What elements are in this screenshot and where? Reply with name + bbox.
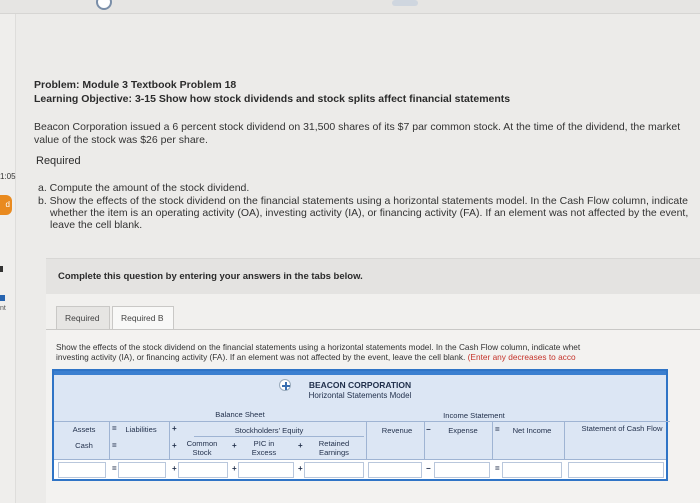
problem-title: Problem: Module 3 Textbook Problem 18 bbox=[34, 79, 237, 91]
instruction-text: Complete this question by entering your … bbox=[58, 271, 363, 282]
balance-sheet-header: Balance Sheet bbox=[215, 410, 265, 419]
learning-objective: Learning Objective: 3-15 Show how stock … bbox=[34, 93, 511, 105]
tab-required-a[interactable]: Required A bbox=[56, 306, 110, 345]
rail-flag-icon[interactable] bbox=[0, 295, 5, 301]
liabilities-header: Liabilities bbox=[125, 425, 157, 434]
required-heading: Required bbox=[36, 155, 81, 167]
top-toolbar-strip bbox=[0, 0, 700, 14]
retained-earnings-input[interactable] bbox=[304, 462, 364, 478]
assets-header: Assets bbox=[72, 425, 96, 434]
divider bbox=[194, 436, 364, 437]
horizontal-statements-model: BEACON CORPORATION Horizontal Statements… bbox=[52, 369, 670, 481]
plus-op: + bbox=[232, 441, 237, 450]
model-title: Horizontal Statements Model bbox=[308, 391, 412, 400]
net-income-input[interactable] bbox=[502, 462, 562, 478]
plus-op: + bbox=[172, 441, 177, 450]
minus-op: − bbox=[426, 464, 431, 473]
common-stock-header: Common Stock bbox=[186, 439, 218, 457]
expense-input[interactable] bbox=[434, 462, 490, 478]
company-name: BEACON CORPORATION bbox=[308, 380, 412, 390]
nav-circle-icon[interactable] bbox=[96, 0, 112, 10]
cash-flow-input[interactable] bbox=[568, 462, 664, 478]
timer-text: 1:05 bbox=[0, 172, 16, 181]
panel-instructions-line2: investing activity (IA), or financing ac… bbox=[56, 352, 700, 362]
common-stock-input[interactable] bbox=[178, 462, 228, 478]
task-a: a. Compute the amount of the stock divid… bbox=[38, 182, 250, 194]
panel-instructions-line1: Show the effects of the stock dividend o… bbox=[56, 342, 581, 352]
plus-op: + bbox=[172, 424, 177, 433]
rail-marker-icon bbox=[0, 266, 3, 272]
pic-in-excess-input[interactable] bbox=[238, 462, 294, 478]
income-statement-header: Income Statement bbox=[443, 411, 505, 420]
divider bbox=[54, 421, 670, 422]
cash-header: Cash bbox=[75, 441, 93, 450]
instruction-bar: Complete this question by entering your … bbox=[46, 258, 700, 294]
plus-op: + bbox=[298, 464, 303, 473]
net-income-header: Net Income bbox=[512, 426, 552, 435]
problem-body: Beacon Corporation issued a 6 percent st… bbox=[34, 121, 681, 146]
cash-input[interactable] bbox=[58, 462, 106, 478]
problem-header: Problem: Module 3 Textbook Problem 18 Le… bbox=[34, 78, 694, 106]
equals-op: = bbox=[112, 464, 117, 473]
task-b: b. Show the effects of the stock dividen… bbox=[38, 195, 689, 231]
equals-op: = bbox=[495, 425, 500, 434]
tab-required-b[interactable]: Required B bbox=[112, 306, 174, 330]
progress-pill bbox=[392, 0, 418, 6]
left-rail: 1:05 d nt bbox=[0, 14, 16, 503]
tab-area: Required A Required B Show the effects o… bbox=[46, 294, 700, 503]
liabilities-input[interactable] bbox=[118, 462, 166, 478]
minus-op: − bbox=[426, 425, 431, 434]
stockholders-equity-header: Stockholders' Equity bbox=[234, 426, 304, 435]
plus-op: + bbox=[298, 441, 303, 450]
revenue-input[interactable] bbox=[368, 462, 422, 478]
equals-op: = bbox=[495, 464, 500, 473]
pic-in-excess-header: PIC in Excess bbox=[251, 439, 277, 457]
question-badge[interactable]: d bbox=[0, 195, 12, 215]
task-list: a. Compute the amount of the stock divid… bbox=[38, 182, 698, 231]
plus-op: + bbox=[232, 464, 237, 473]
expense-header: Expense bbox=[448, 426, 478, 435]
cash-flow-header: Statement of Cash Flow bbox=[581, 424, 663, 433]
model-top-bar bbox=[54, 371, 666, 375]
tab-panel-required-b: Show the effects of the stock dividend o… bbox=[46, 329, 700, 503]
decrease-note: (Enter any decreases to acco bbox=[467, 352, 576, 362]
panel-instructions: Show the effects of the stock dividend o… bbox=[56, 342, 700, 362]
panel-instructions-line2-text: investing activity (IA), or financing ac… bbox=[56, 352, 468, 362]
retained-earnings-header: Retained Earnings bbox=[318, 439, 350, 457]
plus-op: + bbox=[172, 464, 177, 473]
rail-label: nt bbox=[0, 305, 6, 312]
equals-op: = bbox=[112, 441, 117, 450]
revenue-header: Revenue bbox=[381, 426, 413, 435]
